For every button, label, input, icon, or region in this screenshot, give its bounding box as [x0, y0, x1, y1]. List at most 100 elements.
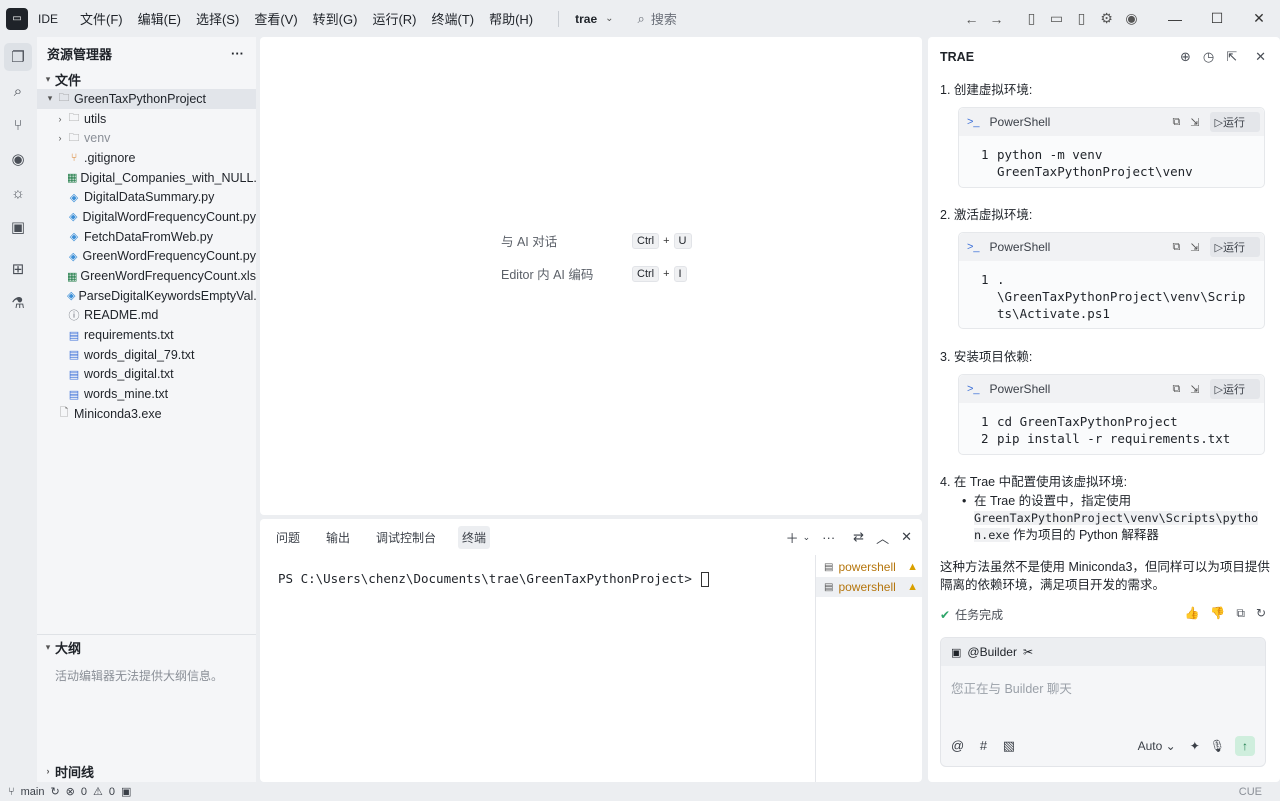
tree-item[interactable]: ⓘ README.md	[37, 306, 256, 326]
back-arrow-icon[interactable]: ←	[959, 11, 984, 27]
insert-icon[interactable]: ⇲	[1190, 383, 1199, 396]
agent-selector[interactable]: ▣ @Builder ✂	[941, 638, 1265, 666]
model-mode-selector[interactable]: Auto ⌄	[1128, 739, 1176, 753]
hash-context-icon[interactable]: #	[980, 738, 987, 753]
source-control-icon[interactable]: ⑂	[4, 111, 32, 139]
tree-item[interactable]: ◈ DigitalWordFrequencyCount.py	[37, 207, 256, 227]
sync-icon[interactable]: ↻	[50, 785, 59, 798]
tree-item[interactable]: ◈ GreenWordFrequencyCount.py	[37, 247, 256, 267]
tree-root-folder[interactable]: ▾ 🗀 GreenTaxPythonProject	[37, 89, 256, 109]
tree-item[interactable]: › 🗀 venv	[37, 128, 256, 148]
run-button[interactable]: ▷运行	[1209, 112, 1260, 132]
chevron-down-icon[interactable]: ⌄	[803, 532, 811, 543]
forward-arrow-icon[interactable]: →	[984, 11, 1009, 27]
editor-area[interactable]: 与 AI 对话 Ctrl + U Editor 内 AI 编码 Ctrl + I	[260, 37, 922, 515]
tree-item[interactable]: ▦ GreenWordFrequencyCount.xlsx	[37, 266, 256, 286]
terminal-prompt[interactable]: PS C:\Users\chenz\Documents\trae\GreenTa…	[278, 571, 710, 587]
explorer-files-icon[interactable]: ❐	[4, 43, 32, 71]
settings-gear-icon[interactable]: ⚙	[1094, 10, 1119, 27]
tree-item[interactable]: ◈ FetchDataFromWeb.py	[37, 227, 256, 247]
debug-bug-icon[interactable]: ☼	[4, 179, 32, 207]
ide-label[interactable]: IDE	[38, 12, 58, 26]
menu-edit[interactable]: 编辑(E)	[138, 9, 181, 28]
minimize-button[interactable]: —	[1154, 11, 1196, 27]
trae-logo-icon[interactable]: ▭	[6, 7, 28, 30]
copy-icon[interactable]: ⧉	[1172, 383, 1180, 396]
tree-item[interactable]: ▤ words_mine.txt	[37, 384, 256, 404]
branch-icon: ⑂	[8, 785, 15, 798]
tools-icon[interactable]: ✂	[1023, 645, 1033, 659]
extensions-icon[interactable]: ⊞	[4, 255, 32, 283]
insert-icon[interactable]: ⇲	[1190, 241, 1199, 254]
menu-go[interactable]: 转到(G)	[313, 9, 358, 28]
search-files-icon[interactable]: ⌕	[4, 77, 32, 105]
account-icon[interactable]: ◉	[1119, 10, 1144, 27]
tree-item-miniconda[interactable]: 🗋 Miniconda3.exe	[37, 404, 256, 424]
run-button[interactable]: ▷运行	[1209, 379, 1260, 399]
tree-item[interactable]: ▤ words_digital.txt	[37, 365, 256, 385]
toggle-panel-icon[interactable]: ▭	[1044, 10, 1069, 27]
microphone-icon[interactable]: 🎙	[1210, 739, 1225, 753]
menu-terminal[interactable]: 终端(T)	[431, 9, 474, 28]
search-box[interactable]: ⌕ 搜索	[638, 9, 677, 28]
history-icon[interactable]: ◷	[1203, 49, 1214, 65]
terminal-instance-2[interactable]: ▤ powershell ▲	[816, 577, 922, 597]
sparkle-icon[interactable]: ✦	[1190, 739, 1200, 753]
tree-item[interactable]: ⑂ .gitignore	[37, 148, 256, 168]
tab-debug-console[interactable]: 调试控制台	[372, 526, 440, 549]
chat-input-box[interactable]: ▣ @Builder ✂ 您正在与 Builder 聊天 @ # ▧ Auto …	[940, 637, 1266, 767]
branch-name[interactable]: main	[21, 786, 45, 798]
thumbs-up-icon[interactable]: 👍	[1184, 606, 1199, 621]
chat-input-placeholder[interactable]: 您正在与 Builder 聊天	[941, 666, 1265, 709]
copy-icon[interactable]: ⧉	[1172, 116, 1180, 129]
menu-help[interactable]: 帮助(H)	[489, 9, 533, 28]
more-actions-icon[interactable]: ···	[231, 46, 244, 61]
tab-terminal[interactable]: 终端	[458, 525, 491, 549]
tab-problems[interactable]: 问题	[272, 526, 304, 549]
preview-eye-icon[interactable]: ◉	[4, 145, 32, 173]
regenerate-icon[interactable]: ↻	[1256, 606, 1266, 621]
menu-file[interactable]: 文件(F)	[80, 9, 123, 28]
chevron-down-icon[interactable]: ⌄	[605, 13, 613, 24]
testing-flask-icon[interactable]: ⚗	[4, 289, 32, 317]
menu-view[interactable]: 查看(V)	[254, 9, 297, 28]
menu-run[interactable]: 运行(R)	[372, 9, 416, 28]
toggle-secondary-sidebar-icon[interactable]: ▯	[1069, 10, 1094, 27]
more-actions-icon[interactable]: ···	[822, 530, 835, 545]
open-external-icon[interactable]: ⇱	[1226, 49, 1237, 65]
maximize-panel-icon[interactable]: ︿	[876, 528, 889, 547]
outline-header[interactable]: ▾ 大纲	[37, 637, 256, 657]
run-button[interactable]: ▷运行	[1209, 237, 1260, 257]
close-icon[interactable]: ✕	[1255, 49, 1266, 65]
maximize-button[interactable]: ☐	[1196, 10, 1238, 27]
tree-item[interactable]: ▤ words_digital_79.txt	[37, 345, 256, 365]
terminal-instance-1[interactable]: ▤ powershell ▲	[816, 557, 922, 577]
close-panel-icon[interactable]: ✕	[901, 529, 912, 545]
remote-explorer-icon[interactable]: ▣	[4, 213, 32, 241]
thumbs-down-icon[interactable]: 👎	[1210, 606, 1225, 621]
warning-count[interactable]: 0	[109, 786, 115, 798]
new-chat-icon[interactable]: ⊕	[1180, 49, 1191, 65]
project-selector[interactable]: trae	[575, 12, 597, 26]
timeline-header[interactable]: › 时间线	[37, 761, 256, 781]
send-button[interactable]: ↑	[1235, 736, 1255, 756]
insert-icon[interactable]: ⇲	[1190, 116, 1199, 129]
error-count[interactable]: 0	[81, 786, 87, 798]
files-section-header[interactable]: ▾ 文件	[37, 69, 256, 89]
tree-item[interactable]: › 🗀 utils	[37, 109, 256, 129]
copy-icon[interactable]: ⧉	[1172, 241, 1180, 254]
tree-item[interactable]: ▦ Digital_Companies_with_NULL...	[37, 168, 256, 188]
tree-item[interactable]: ▤ requirements.txt	[37, 325, 256, 345]
close-window-button[interactable]: ✕	[1238, 10, 1280, 27]
toggle-sidebar-icon[interactable]: ▯	[1019, 10, 1044, 27]
new-terminal-plus-icon[interactable]: ＋	[786, 528, 799, 547]
copy-icon[interactable]: ⧉	[1236, 606, 1245, 621]
panel-layout-icon[interactable]: ⇄	[853, 529, 864, 545]
mention-at-icon[interactable]: @	[951, 738, 964, 753]
ports-icon[interactable]: ▣	[121, 785, 131, 798]
tree-item[interactable]: ◈ ParseDigitalKeywordsEmptyVal...	[37, 286, 256, 306]
menu-selection[interactable]: 选择(S)	[196, 9, 239, 28]
image-upload-icon[interactable]: ▧	[1003, 738, 1015, 753]
tree-item[interactable]: ◈ DigitalDataSummary.py	[37, 187, 256, 207]
tab-output[interactable]: 输出	[322, 526, 354, 549]
